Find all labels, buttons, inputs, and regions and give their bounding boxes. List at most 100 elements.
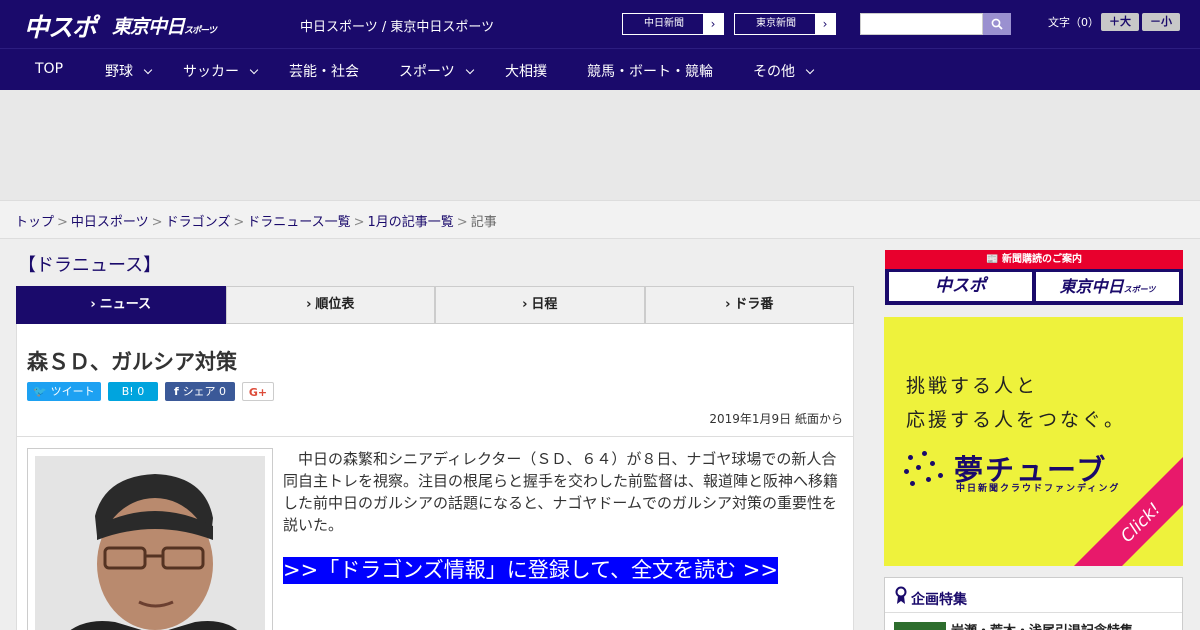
tokyo-shimbun-link[interactable]: 東京新聞 › xyxy=(734,13,836,35)
newspaper-icon: 📰 xyxy=(986,254,1002,265)
tab-standings[interactable]: › 順位表 xyxy=(225,286,435,324)
hatena-label: B! 0 xyxy=(121,385,145,398)
ad-placeholder xyxy=(0,90,1200,200)
feature-box: 企画特集 岩瀬・荒木・浅尾引退記念特集 xyxy=(884,577,1183,630)
subscription-head-label: 新聞購読のご案内 xyxy=(1001,254,1082,265)
banner-line-1: 挑戦する人と xyxy=(906,375,1039,397)
feature-title: 企画特集 xyxy=(911,592,967,608)
article-body: 中日の森繁和シニアディレクター（ＳＤ、６４）が８日、ナゴヤ球場での新人合同自主ト… xyxy=(283,450,839,534)
nav-item-label: TOP xyxy=(35,61,64,77)
search-input[interactable] xyxy=(860,13,983,35)
breadcrumb-current: 記事 xyxy=(470,215,497,230)
breadcrumb-separator: > xyxy=(353,215,365,230)
yume-tube-banner[interactable]: 挑戦する人と 応援する人をつなぐ。 夢チューブ 中日新聞クラウドファンディング … xyxy=(884,317,1183,566)
nav-item-label: 競馬・ボート・競輪 xyxy=(587,64,713,80)
nav-item-label: 大相撲 xyxy=(505,64,547,80)
nav-item-label: 野球 xyxy=(105,64,133,80)
section-title: 【ドラニュース】 xyxy=(18,255,162,276)
article: 森ＳＤ、ガルシア対策 🐦 ツイート B! 0 f シェア 0 G+ 2019年1… xyxy=(16,324,854,630)
google-plus-button[interactable]: G+ xyxy=(242,382,274,401)
font-size-down-button[interactable]: －小 xyxy=(1142,13,1180,31)
nav-item-other[interactable]: その他 xyxy=(753,61,815,81)
breadcrumb-link[interactable]: ドラニュース一覧 xyxy=(247,215,350,230)
banner-line-2: 応援する人をつなぐ。 xyxy=(906,409,1127,431)
chevron-down-icon xyxy=(465,65,474,75)
breadcrumb-separator: > xyxy=(233,215,245,230)
nav-item-sumo[interactable]: 大相撲 xyxy=(505,61,547,81)
article-photo[interactable] xyxy=(35,456,265,630)
chevron-right-icon: › xyxy=(522,297,528,312)
subscribe-tokyo-chunichi-sub: スポーツ xyxy=(1123,285,1156,294)
site-names: 中日スポーツ / 東京中日スポーツ xyxy=(300,20,495,35)
tokyo-chunichi-logo-sub: スポーツ xyxy=(184,26,217,36)
breadcrumb-link[interactable]: ドラゴンズ xyxy=(166,215,231,230)
nav-item-soccer[interactable]: サッカー xyxy=(183,61,259,81)
chevron-down-icon xyxy=(805,65,815,75)
breadcrumb: トップ > 中日スポーツ > ドラゴンズ > ドラニュース一覧 >1月の記事一覧 > 記事 xyxy=(0,200,1200,239)
tweet-label: ツイート xyxy=(50,385,95,398)
subscribe-tokyo-chunichi-text: 東京中日 xyxy=(1059,277,1124,296)
chevron-down-icon xyxy=(249,65,259,75)
font-size-up-button[interactable]: ＋大 xyxy=(1101,13,1139,31)
banner-sub: 中日新聞クラウドファンディング xyxy=(956,484,1121,494)
article-dateline: 2019年1月9日 紙面から xyxy=(709,412,843,426)
nav-item-label: サッカー xyxy=(183,64,239,80)
nav-item-label: 芸能・社会 xyxy=(289,64,359,80)
chevron-right-icon: › xyxy=(725,297,731,312)
portrait-image xyxy=(35,456,265,630)
breadcrumb-separator: > xyxy=(57,215,68,230)
divider xyxy=(885,612,1182,613)
nav-item-sports[interactable]: スポーツ xyxy=(399,61,474,81)
tab-label: ニュース xyxy=(99,297,152,312)
hatena-bookmark-button[interactable]: B! 0 xyxy=(108,382,158,401)
nav-item-entertainment[interactable]: 芸能・社会 xyxy=(289,61,359,81)
tab-label: ドラ番 xyxy=(734,297,774,312)
chevron-right-icon: › xyxy=(306,297,312,312)
chevron-right-icon: › xyxy=(703,14,723,34)
section-tabs: › ニュース › 順位表 › 日程 › ドラ番 xyxy=(16,286,854,330)
breadcrumb-separator: > xyxy=(456,215,468,230)
nav-item-racing[interactable]: 競馬・ボート・競輪 xyxy=(587,61,713,81)
facebook-label: シェア 0 xyxy=(182,385,227,398)
nav-item-baseball[interactable]: 野球 xyxy=(105,61,153,81)
tab-label: 日程 xyxy=(531,297,558,312)
article-photo-frame xyxy=(27,448,273,630)
dots-logo-icon xyxy=(904,451,946,493)
subscribe-tokyo-chunichi-logo[interactable]: 東京中日スポーツ xyxy=(1036,272,1179,301)
feature-thumbnail[interactable] xyxy=(894,622,946,630)
breadcrumb-link[interactable]: 中日スポーツ xyxy=(71,215,149,230)
site-header: 中スポ 東京中日スポーツ 中日スポーツ / 東京中日スポーツ 中日新聞 › 東京… xyxy=(0,0,1200,48)
nav-item-label: その他 xyxy=(753,64,795,80)
divider xyxy=(17,436,853,437)
breadcrumb-link[interactable]: 1月の記事一覧 xyxy=(368,215,454,230)
facebook-share-button[interactable]: f シェア 0 xyxy=(165,382,235,401)
tab-label: 順位表 xyxy=(315,297,355,312)
breadcrumb-link[interactable]: トップ xyxy=(15,215,54,230)
chevron-right-icon: › xyxy=(90,297,96,312)
article-headline: 森ＳＤ、ガルシア対策 xyxy=(27,350,237,374)
search-icon xyxy=(991,18,1003,30)
subscribe-chuspo-logo[interactable]: 中スポ xyxy=(889,272,1032,301)
tab-dora-ban[interactable]: › ドラ番 xyxy=(644,286,854,324)
tokyo-chunichi-logo-text: 東京中日 xyxy=(112,16,185,38)
chuspo-logo[interactable]: 中スポ xyxy=(24,8,97,44)
subscription-box[interactable]: 📰 新聞購読のご案内 中スポ 東京中日スポーツ xyxy=(885,250,1183,305)
chunichi-shimbun-link[interactable]: 中日新聞 › xyxy=(622,13,724,35)
twitter-icon: 🐦 xyxy=(33,385,51,398)
tokyo-shimbun-label: 東京新聞 xyxy=(756,18,796,29)
feature-item-link[interactable]: 岩瀬・荒木・浅尾引退記念特集 xyxy=(951,620,1133,630)
nav-item-top[interactable]: TOP xyxy=(35,61,63,77)
chevron-down-icon xyxy=(143,65,153,75)
tab-news[interactable]: › ニュース xyxy=(16,286,226,330)
tab-schedule[interactable]: › 日程 xyxy=(435,286,645,324)
chevron-right-icon: › xyxy=(815,14,835,34)
main-nav: TOP 野球 サッカー 芸能・社会 スポーツ 大相撲 競馬・ボート・競輪 その他 xyxy=(0,48,1200,90)
tweet-button[interactable]: 🐦 ツイート xyxy=(27,382,101,401)
tokyo-chunichi-logo[interactable]: 東京中日スポーツ xyxy=(112,12,217,39)
read-full-article-link[interactable]: >>「ドラゴンズ情報」に登録して、全文を読む >> xyxy=(283,557,778,584)
font-size-label: 文字（0） xyxy=(1048,16,1099,29)
subscription-head: 📰 新聞購読のご案内 xyxy=(885,250,1183,269)
search-button[interactable] xyxy=(983,13,1011,35)
breadcrumb-separator: > xyxy=(151,215,163,230)
ribbon-medal-icon xyxy=(895,586,907,604)
